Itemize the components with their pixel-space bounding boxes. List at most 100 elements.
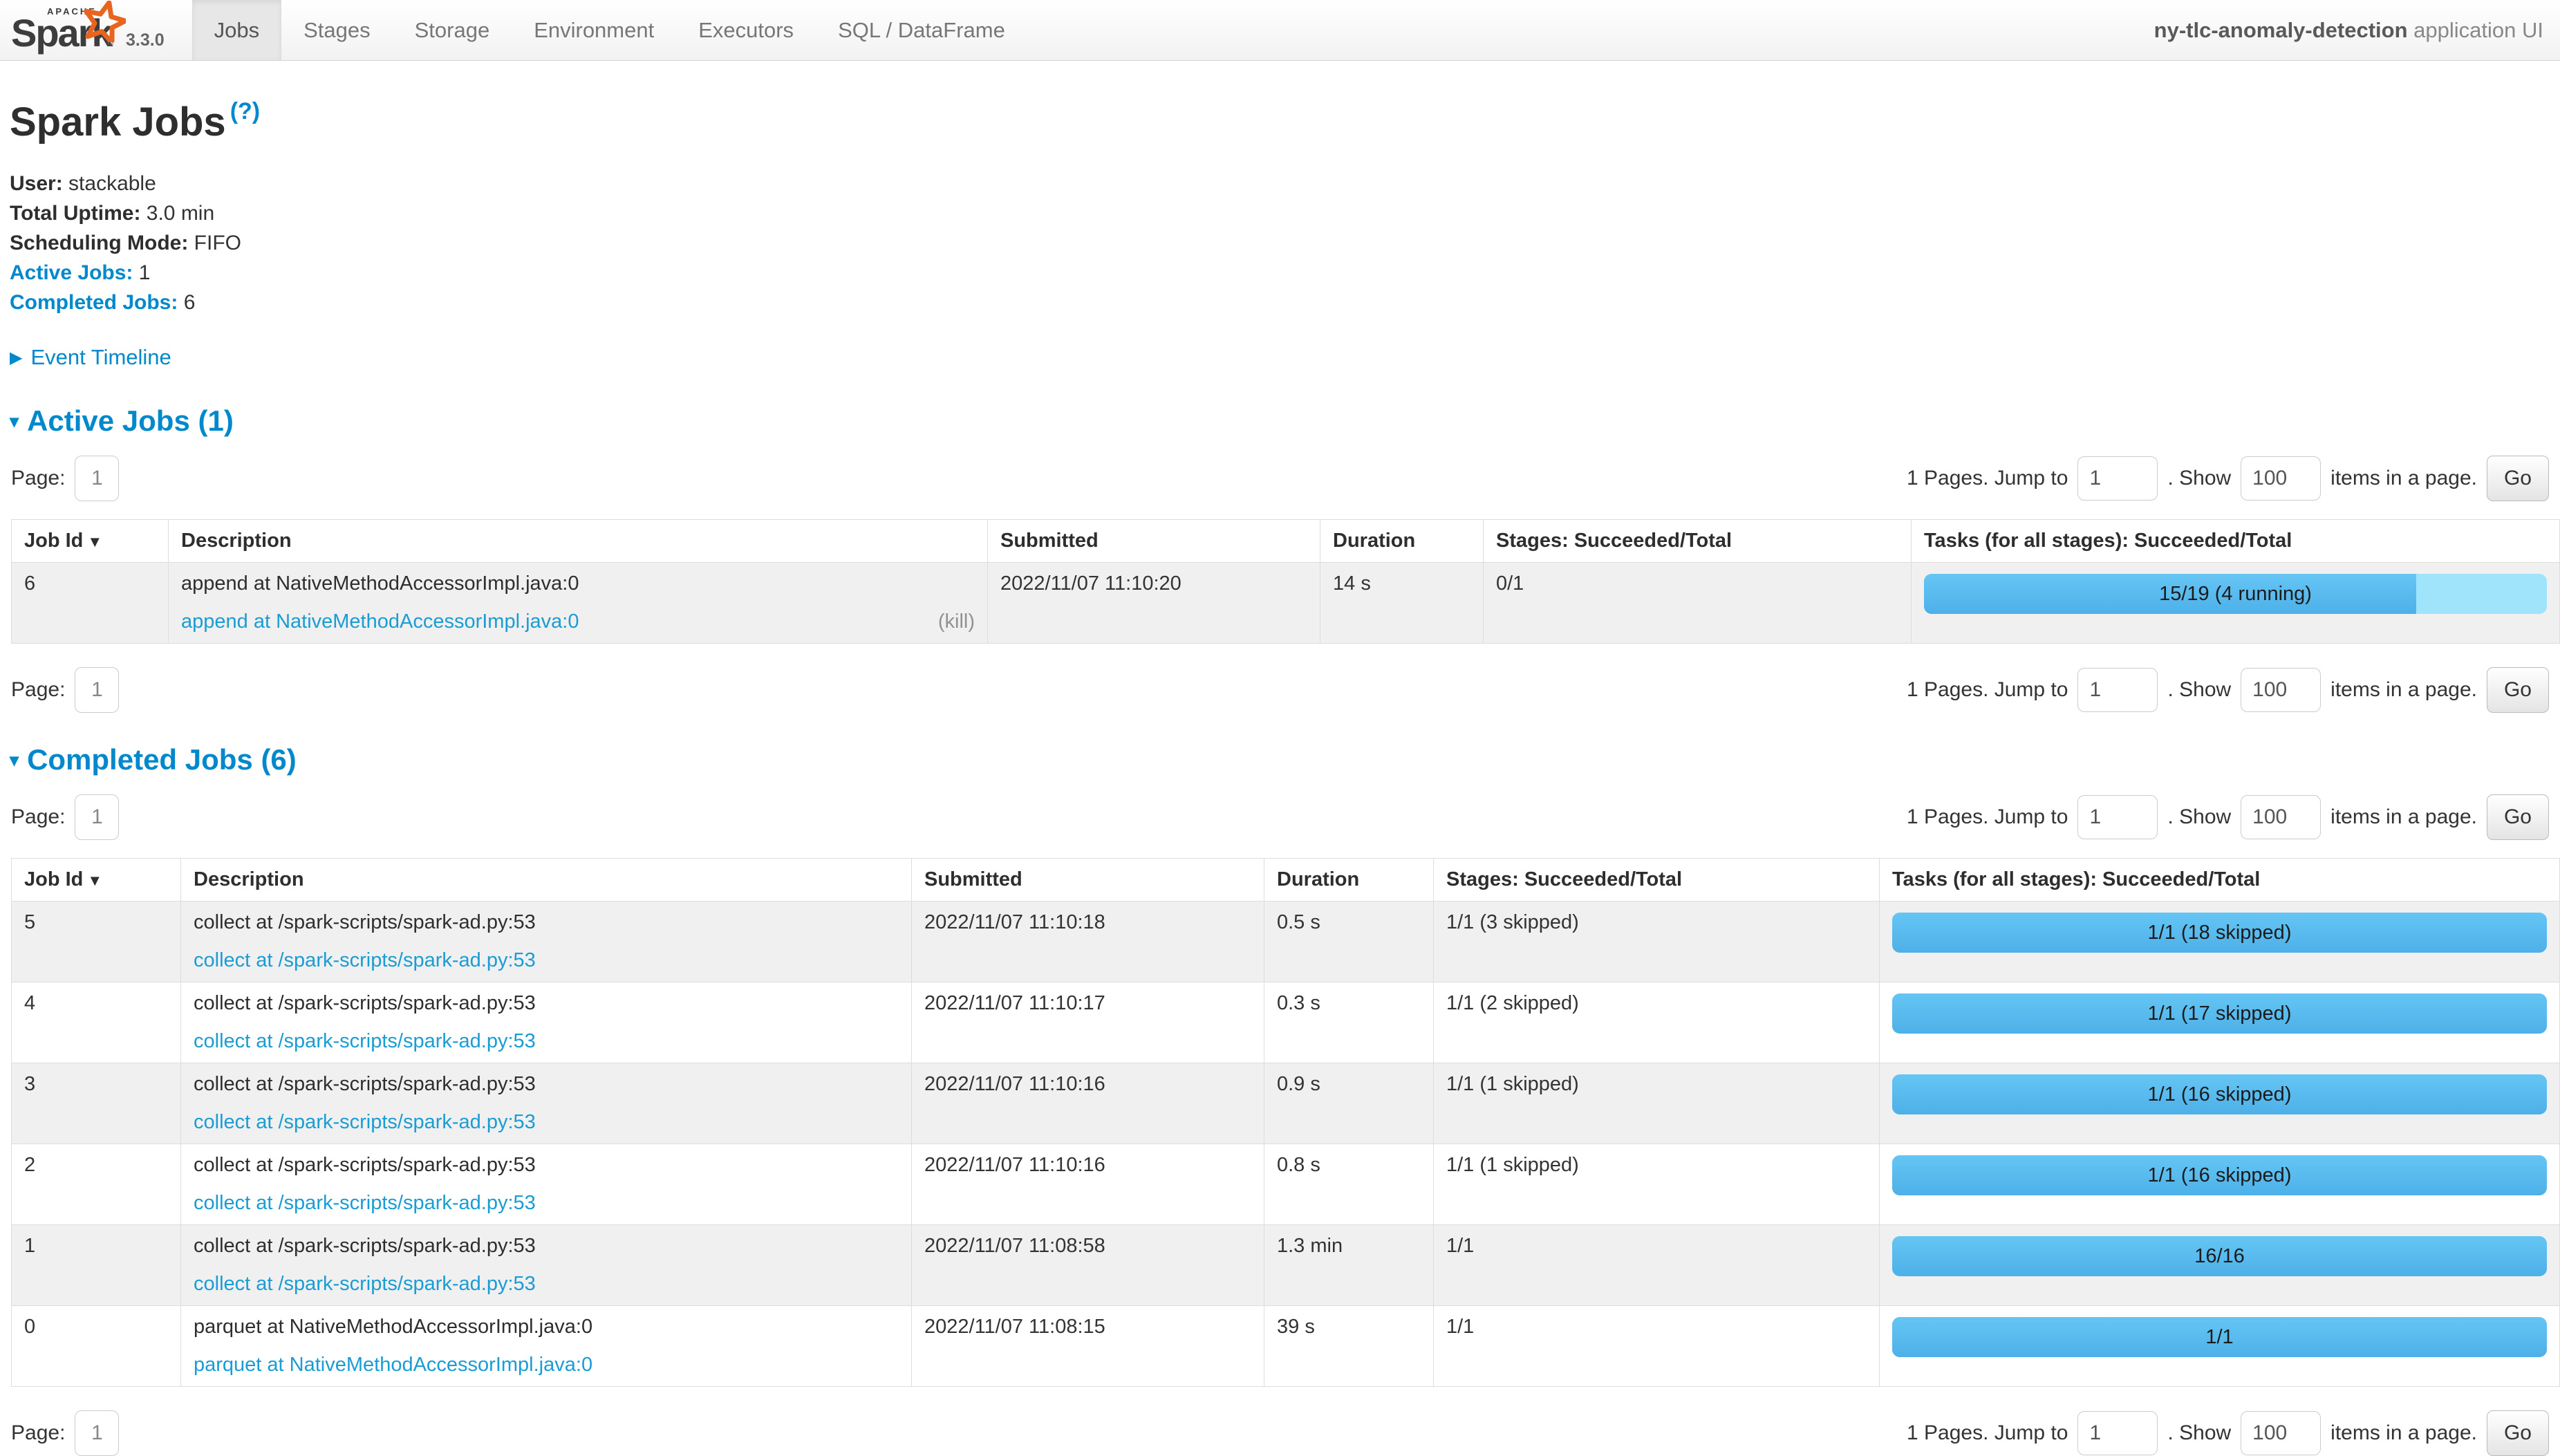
items-per-page-input[interactable] [2241,795,2321,839]
job-detail-link[interactable]: collect at /spark-scripts/spark-ad.py:53 [194,1111,536,1134]
job-id-cell: 0 [12,1306,181,1387]
completed-jobs-section-heading[interactable]: ▾ Completed Jobs (6) [10,743,2550,776]
spark-logo: APACHE Spark ™ [11,5,120,55]
tab-jobs[interactable]: Jobs [192,0,281,60]
page-number-input[interactable] [75,1410,119,1456]
completed-jobs-pagination-top: Page: 1 Pages. Jump to . Show items in a… [11,794,2549,840]
active-jobs-link[interactable]: Active Jobs: [10,261,133,284]
submitted-cell: 2022/11/07 11:10:17 [912,982,1264,1063]
job-detail-link[interactable]: collect at /spark-scripts/spark-ad.py:53 [194,1273,536,1296]
job-detail-link[interactable]: collect at /spark-scripts/spark-ad.py:53 [194,1030,536,1053]
page-number-input[interactable] [75,667,119,713]
description-cell: collect at /spark-scripts/spark-ad.py:53… [181,1225,912,1306]
show-text: . Show [2167,467,2231,490]
active-jobs-table: Job Id▼ Description Submitted Duration S… [11,519,2560,644]
description-cell: collect at /spark-scripts/spark-ad.py:53… [181,1144,912,1225]
table-row: 6 append at NativeMethodAccessorImpl.jav… [12,563,2560,644]
application-name-bold: ny-tlc-anomaly-detection [2154,18,2408,42]
progress-label: 1/1 (16 skipped) [1892,1155,2547,1195]
page-number-input[interactable] [75,794,119,840]
page-title: Spark Jobs(?) [10,98,2550,145]
job-detail-link[interactable]: collect at /spark-scripts/spark-ad.py:53 [194,949,536,972]
progress-label: 1/1 (16 skipped) [1892,1074,2547,1114]
col-tasks[interactable]: Tasks (for all stages): Succeeded/Total [1880,859,2560,902]
go-button[interactable]: Go [2487,1410,2549,1456]
event-timeline-label: Event Timeline [30,345,171,370]
items-per-page-input[interactable] [2241,1411,2321,1455]
col-job-id[interactable]: Job Id▼ [12,859,181,902]
col-stages[interactable]: Stages: Succeeded/Total [1434,859,1880,902]
completed-jobs-link[interactable]: Completed Jobs: [10,291,178,314]
col-duration[interactable]: Duration [1320,520,1484,563]
go-button[interactable]: Go [2487,456,2549,501]
page-label: Page: [11,678,65,702]
total-pages-text: 1 Pages. Jump to [1907,467,2068,490]
progress-label: 1/1 (18 skipped) [1892,913,2547,953]
total-pages-text: 1 Pages. Jump to [1907,805,2068,829]
collapse-arrow-icon: ▾ [10,411,19,432]
application-ui-suffix: application UI [2408,18,2543,42]
submitted-cell: 2022/11/07 11:08:15 [912,1306,1264,1387]
job-id-cell: 2 [12,1144,181,1225]
spark-version: 3.3.0 [126,30,165,55]
tab-stages[interactable]: Stages [281,0,393,60]
active-jobs-pagination-bottom: Page: 1 Pages. Jump to . Show items in a… [11,667,2549,713]
expand-arrow-icon: ▶ [10,348,22,368]
go-button[interactable]: Go [2487,794,2549,840]
active-jobs-section-heading[interactable]: ▾ Active Jobs (1) [10,404,2550,438]
page-label: Page: [11,467,65,490]
col-duration[interactable]: Duration [1264,859,1434,902]
show-text: . Show [2167,805,2231,829]
show-text: . Show [2167,678,2231,702]
tasks-cell: 1/1 [1880,1306,2560,1387]
col-stages[interactable]: Stages: Succeeded/Total [1484,520,1912,563]
jump-to-page-input[interactable] [2077,1411,2158,1455]
page-label: Page: [11,805,65,829]
event-timeline-toggle[interactable]: ▶ Event Timeline [10,345,2550,370]
job-description: append at NativeMethodAccessorImpl.java:… [181,572,579,595]
jump-to-page-input[interactable] [2077,668,2158,712]
tasks-cell: 16/16 [1880,1225,2560,1306]
go-button[interactable]: Go [2487,667,2549,713]
items-text: items in a page. [2330,805,2477,829]
stages-cell: 1/1 (3 skipped) [1434,902,1880,982]
task-progress-bar: 16/16 [1892,1236,2547,1276]
col-description[interactable]: Description [181,859,912,902]
submitted-cell: 2022/11/07 11:10:16 [912,1144,1264,1225]
jump-to-page-input[interactable] [2077,456,2158,501]
active-jobs-pagination-top: Page: 1 Pages. Jump to . Show items in a… [11,456,2549,501]
items-per-page-input[interactable] [2241,456,2321,501]
job-id-cell: 1 [12,1225,181,1306]
col-tasks[interactable]: Tasks (for all stages): Succeeded/Total [1912,520,2560,563]
tab-storage[interactable]: Storage [393,0,512,60]
tab-executors[interactable]: Executors [676,0,816,60]
col-submitted[interactable]: Submitted [912,859,1264,902]
tab-environment[interactable]: Environment [512,0,676,60]
items-text: items in a page. [2330,678,2477,702]
help-link[interactable]: (?) [230,98,260,124]
job-detail-link[interactable]: append at NativeMethodAccessorImpl.java:… [181,610,579,633]
summary-uptime: Total Uptime: 3.0 min [10,198,2550,228]
kill-link[interactable]: (kill) [938,610,975,633]
job-summary-list: User: stackable Total Uptime: 3.0 min Sc… [10,169,2550,317]
stages-cell: 1/1 (1 skipped) [1434,1063,1880,1144]
job-detail-link[interactable]: parquet at NativeMethodAccessorImpl.java… [194,1354,592,1376]
col-submitted[interactable]: Submitted [988,520,1320,563]
jump-to-page-input[interactable] [2077,795,2158,839]
col-job-id[interactable]: Job Id▼ [12,520,169,563]
job-detail-link[interactable]: collect at /spark-scripts/spark-ad.py:53 [194,1192,536,1215]
page-number-input[interactable] [75,456,119,501]
progress-label: 15/19 (4 running) [1924,574,2547,614]
items-per-page-input[interactable] [2241,668,2321,712]
completed-jobs-table: Job Id▼ Description Submitted Duration S… [11,858,2560,1387]
col-description[interactable]: Description [169,520,988,563]
application-name: ny-tlc-anomaly-detection application UI [2154,18,2543,43]
tab-sql-dataframe[interactable]: SQL / DataFrame [816,0,1027,60]
items-text: items in a page. [2330,467,2477,490]
stages-cell: 1/1 (2 skipped) [1434,982,1880,1063]
tasks-cell: 1/1 (17 skipped) [1880,982,2560,1063]
summary-completed-jobs: Completed Jobs: 6 [10,288,2550,317]
task-progress-bar: 1/1 (18 skipped) [1892,913,2547,953]
page-label: Page: [11,1421,65,1445]
task-progress-bar: 15/19 (4 running) [1924,574,2547,614]
